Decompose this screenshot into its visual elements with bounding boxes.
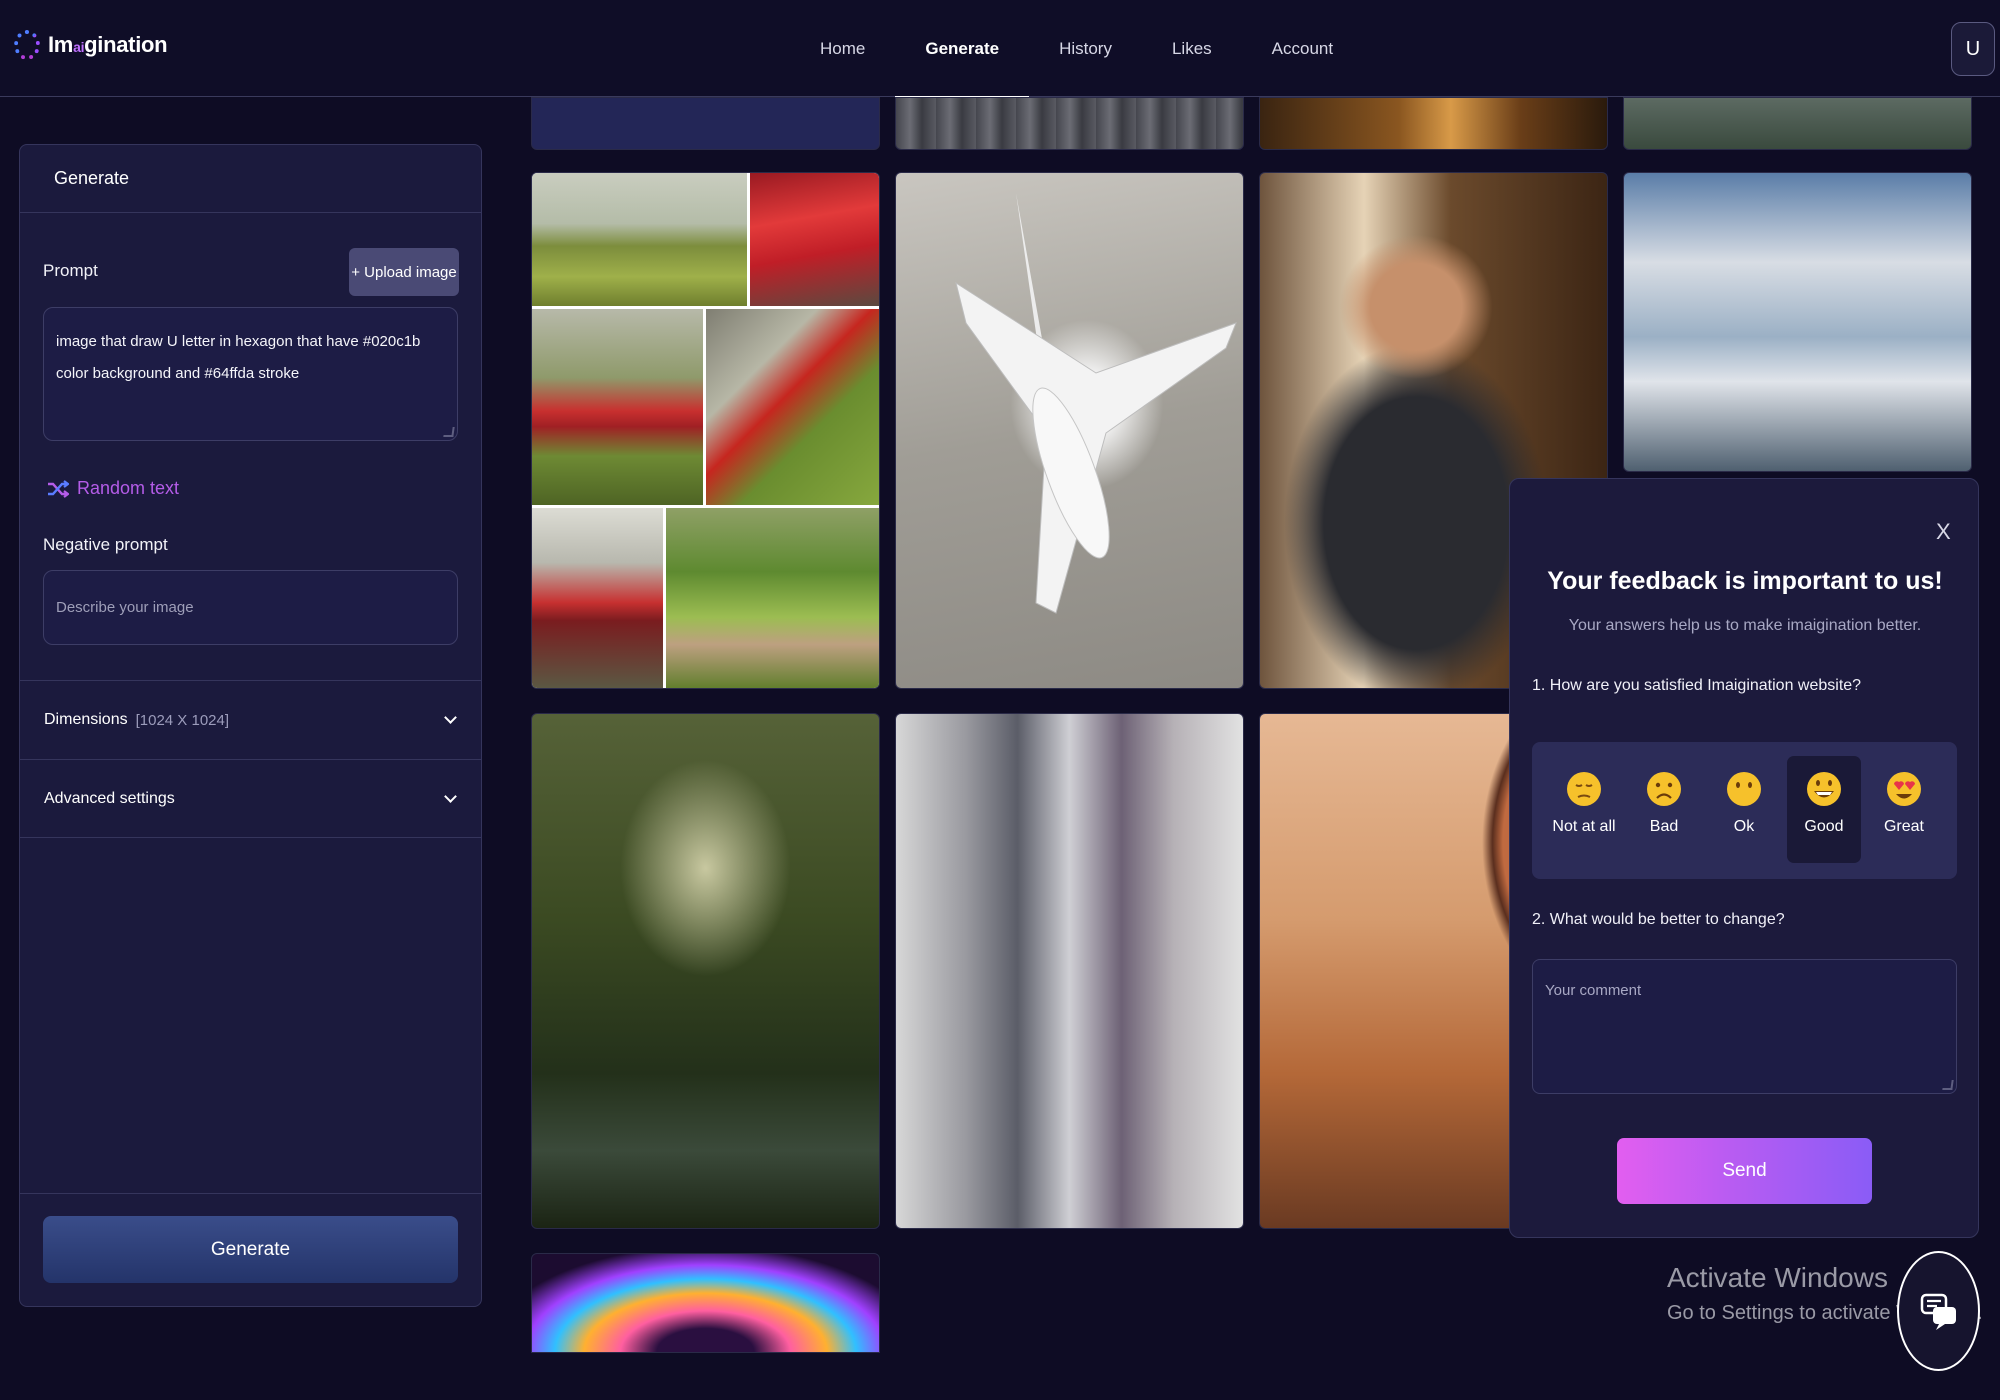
user-avatar-button[interactable]: U	[1951, 22, 1995, 76]
brand-logo[interactable]: Imaigination	[14, 30, 168, 60]
gallery-image-forest[interactable]	[531, 713, 880, 1229]
collage-cell	[666, 508, 879, 688]
rating-bad[interactable]: Bad	[1627, 756, 1701, 863]
random-text-label: Random text	[77, 478, 180, 498]
question-satisfaction: 1. How are you satisfied Imaigination we…	[1532, 677, 1862, 694]
rating-label: Great	[1883, 818, 1924, 835]
nav-history[interactable]: History	[1029, 0, 1142, 97]
resize-handle-icon[interactable]	[1942, 1080, 1954, 1090]
feedback-title: Your feedback is important to us!	[1547, 567, 1943, 595]
feedback-subtitle: Your answers help us to make imaiginatio…	[1568, 617, 1922, 634]
advanced-settings-label: Advanced settings	[44, 789, 175, 807]
collage-cell	[532, 309, 703, 505]
gallery-image[interactable]	[895, 97, 1244, 150]
collage-cell	[750, 173, 879, 306]
gallery-image-machines[interactable]	[895, 713, 1244, 1229]
comment-placeholder: Your comment	[1545, 982, 1642, 999]
collage-cell	[706, 309, 879, 505]
top-navbar: Imaigination Home Generate History Likes…	[0, 0, 2000, 98]
chevron-down-icon	[444, 711, 457, 724]
collage-cell	[532, 173, 747, 306]
prompt-textarea[interactable]: image that draw U letter in hexagon that…	[43, 307, 458, 441]
heart-eyes-face-icon	[1887, 772, 1921, 806]
rating-ok[interactable]: Ok	[1707, 756, 1781, 863]
rating-not-at-all[interactable]: Not at all	[1547, 756, 1621, 863]
nav-home[interactable]: Home	[790, 0, 895, 97]
random-text-button[interactable]: Random text	[47, 478, 179, 499]
rating-good[interactable]: Good	[1787, 756, 1861, 863]
gallery-image-airplane[interactable]	[895, 172, 1244, 689]
prompt-label: Prompt	[43, 261, 98, 280]
gallery-image[interactable]	[531, 97, 880, 150]
upload-image-button[interactable]: + Upload image	[349, 248, 459, 296]
logo-ring-icon	[14, 30, 40, 60]
gallery-image-mandala[interactable]	[531, 1253, 880, 1353]
comment-textarea[interactable]: Your comment	[1532, 959, 1957, 1094]
generate-panel: Generate Prompt + Upload image image tha…	[19, 144, 482, 1307]
negative-prompt-label: Negative prompt	[43, 535, 168, 554]
advanced-settings-toggle[interactable]: Advanced settings	[20, 759, 481, 838]
grinning-face-icon	[1807, 772, 1841, 806]
rating-label: Bad	[1649, 818, 1679, 835]
gallery-image-mountains[interactable]	[1623, 172, 1972, 472]
generate-button[interactable]: Generate	[43, 1216, 458, 1283]
nav-generate[interactable]: Generate	[895, 0, 1029, 98]
feedback-modal: X Your feedback is important to us! Your…	[1509, 478, 1979, 1238]
resize-handle-icon[interactable]	[443, 427, 455, 437]
panel-title: Generate	[20, 145, 481, 213]
activation-watermark-title: Activate Windows	[1667, 1262, 1888, 1293]
brand-name: Imaigination	[48, 32, 168, 57]
nav-likes[interactable]: Likes	[1142, 0, 1242, 97]
chevron-down-icon	[444, 790, 457, 803]
dimensions-label: Dimensions	[44, 711, 128, 728]
rating-great[interactable]: Great	[1867, 756, 1941, 863]
nav-account[interactable]: Account	[1242, 0, 1363, 97]
neutral-face-icon	[1727, 772, 1761, 806]
shuffle-icon	[48, 479, 69, 498]
app-root: Imaigination Home Generate History Likes…	[0, 0, 2000, 1400]
rating-label: Good	[1804, 818, 1844, 835]
negative-prompt-input[interactable]: Describe your image	[43, 570, 458, 645]
gallery-image[interactable]	[1623, 97, 1972, 150]
chat-support-icon	[1920, 1293, 1956, 1330]
chat-support-button[interactable]	[1897, 1251, 1980, 1371]
dimensions-toggle[interactable]: Dimensions [1024 X 1024]	[20, 680, 481, 759]
gallery-image[interactable]	[1259, 97, 1608, 150]
sad-face-icon	[1647, 772, 1681, 806]
close-icon[interactable]: X	[1936, 519, 1951, 545]
unamused-face-icon	[1567, 772, 1601, 806]
rating-label: Ok	[1733, 818, 1755, 835]
collage-cell	[532, 508, 663, 688]
dimensions-value: [1024 X 1024]	[135, 711, 230, 729]
rating-group: Not at all Bad Ok Good Great	[1532, 742, 1957, 879]
send-button[interactable]: Send	[1617, 1138, 1872, 1204]
panel-footer: Generate	[20, 1193, 481, 1306]
airplane-shape	[955, 193, 1237, 614]
prompt-text: image that draw U letter in hexagon that…	[56, 333, 421, 382]
negative-prompt-placeholder: Describe your image	[56, 599, 194, 616]
gallery-image-trains[interactable]	[531, 172, 880, 689]
main-nav: Home Generate History Likes Account	[790, 0, 1363, 98]
rating-label: Not at all	[1552, 818, 1616, 835]
question-improvement: 2. What would be better to change?	[1532, 911, 1785, 928]
